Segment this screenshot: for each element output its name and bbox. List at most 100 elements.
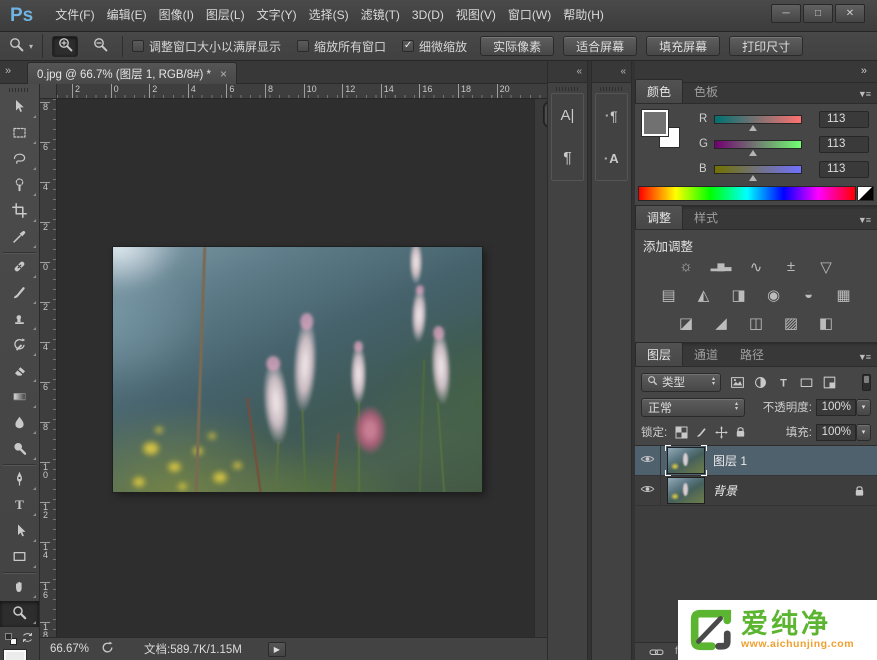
character-styles-panel-button[interactable]: ▪A: [596, 137, 627, 180]
lasso-tool[interactable]: [0, 147, 39, 173]
color-tab-色板[interactable]: 色板: [683, 80, 729, 103]
levels-icon[interactable]: ▂▆▃: [709, 256, 734, 277]
rectangle-shape-tool[interactable]: [0, 545, 39, 571]
photo-filter-icon[interactable]: ◉: [761, 284, 786, 305]
move-tool[interactable]: [0, 95, 39, 121]
spot-healing-tool[interactable]: [0, 255, 39, 281]
eraser-tool[interactable]: [0, 359, 39, 385]
zoom-out-button[interactable]: [87, 36, 113, 57]
layer-row-2[interactable]: 背景: [635, 476, 877, 506]
brightness-contrast-icon[interactable]: ☼: [674, 256, 699, 277]
paragraph-panel-button[interactable]: ¶: [552, 137, 583, 180]
tools-collapse-icon[interactable]: »: [5, 65, 11, 77]
pen-tool[interactable]: [0, 467, 39, 493]
crop-tool[interactable]: [0, 199, 39, 225]
clone-stamp-tool[interactable]: [0, 307, 39, 333]
foreground-color-well[interactable]: [642, 110, 668, 136]
adjust-tab-调整[interactable]: 调整: [635, 205, 683, 229]
channel-slider[interactable]: [714, 165, 802, 174]
channel-slider[interactable]: [714, 115, 802, 124]
vertical-ruler[interactable]: 8642024681012141618: [40, 99, 57, 637]
photo-canvas[interactable]: [113, 247, 482, 492]
collapse-panels-icon[interactable]: »: [861, 65, 867, 77]
menu-item-8[interactable]: 3D(D): [406, 0, 450, 31]
lock-all-button[interactable]: [735, 426, 746, 438]
quick-selection-tool[interactable]: [0, 173, 39, 199]
channel-slider[interactable]: [714, 140, 802, 149]
panel-menu-icon[interactable]: ▼≡: [858, 352, 877, 366]
dodge-tool[interactable]: [0, 437, 39, 463]
color-tab-颜色[interactable]: 颜色: [635, 79, 683, 103]
tool-preset-picker[interactable]: ▾: [8, 34, 43, 58]
visibility-toggle[interactable]: [635, 446, 661, 475]
slider-thumb-icon[interactable]: [749, 146, 757, 156]
layer-row-1[interactable]: 图层 1: [635, 446, 877, 476]
paragraph-styles-panel-button[interactable]: ▪¶: [596, 94, 627, 137]
menu-item-9[interactable]: 视图(V): [450, 0, 502, 31]
invert-icon[interactable]: ◪: [674, 312, 699, 333]
checkbox-icon[interactable]: ✓: [402, 40, 414, 52]
slider-thumb-icon[interactable]: [749, 121, 757, 131]
refresh-icon[interactable]: [101, 641, 114, 657]
channel-value-field[interactable]: 113: [819, 136, 869, 153]
zoom-in-button[interactable]: [52, 36, 78, 57]
lock-image-pixels-button[interactable]: [695, 426, 708, 439]
history-brush-tool[interactable]: [0, 333, 39, 359]
options-button-2[interactable]: 适合屏幕: [563, 36, 637, 56]
fill-dropdown-button[interactable]: ▾: [856, 424, 871, 441]
document-tab[interactable]: 0.jpg @ 66.7% (图层 1, RGB/8#) * ×: [27, 62, 237, 84]
link-layers-icon[interactable]: [649, 647, 664, 657]
black-white-icon[interactable]: ◨: [726, 284, 751, 305]
option-toggle-3[interactable]: ✓细微缩放: [402, 38, 467, 55]
chevron-down-icon[interactable]: ▾: [29, 42, 33, 51]
status-options-button[interactable]: ▶: [268, 642, 286, 657]
vibrance-icon[interactable]: ▽: [814, 256, 839, 277]
layers-tab-通道[interactable]: 通道: [683, 343, 729, 366]
color-lookup-icon[interactable]: ▦: [831, 284, 856, 305]
panel-menu-icon[interactable]: ▼≡: [858, 215, 877, 229]
options-button-4[interactable]: 打印尺寸: [729, 36, 803, 56]
posterize-icon[interactable]: ◢: [709, 312, 734, 333]
expand-panel-icon[interactable]: «: [620, 66, 626, 77]
menu-item-4[interactable]: 图层(L): [200, 0, 251, 31]
rectangular-marquee-tool[interactable]: [0, 121, 39, 147]
checkbox-icon[interactable]: [132, 40, 144, 52]
strip-grip[interactable]: [556, 87, 579, 91]
vertical-scrollbar[interactable]: [534, 99, 547, 637]
selective-color-icon[interactable]: ▨: [779, 312, 804, 333]
brush-tool[interactable]: [0, 281, 39, 307]
color-balance-icon[interactable]: ◭: [691, 284, 716, 305]
type-filter-button[interactable]: T: [773, 373, 793, 392]
blur-tool[interactable]: [0, 411, 39, 437]
layer-thumbnail[interactable]: [668, 478, 704, 503]
menu-item-1[interactable]: 文件(F): [49, 0, 100, 31]
menu-item-10[interactable]: 窗口(W): [502, 0, 557, 31]
fill-value[interactable]: 100%: [816, 424, 856, 441]
color-spectrum-ramp[interactable]: [638, 186, 856, 201]
hand-tool[interactable]: [0, 575, 39, 601]
minimize-button[interactable]: ─: [771, 4, 801, 23]
exposure-icon[interactable]: ±: [779, 256, 804, 277]
pixel-filter-button[interactable]: /: [727, 373, 747, 392]
adjust-tab-样式[interactable]: 样式: [683, 206, 729, 229]
opacity-dropdown-button[interactable]: ▾: [856, 399, 871, 416]
menu-item-7[interactable]: 滤镜(T): [355, 0, 406, 31]
canvas-pasteboard[interactable]: [57, 99, 534, 637]
threshold-icon[interactable]: ◫: [744, 312, 769, 333]
character-panel-button[interactable]: A|: [552, 94, 583, 137]
gradient-tool[interactable]: [0, 385, 39, 411]
horizontal-ruler[interactable]: 202468101214161820: [57, 84, 547, 99]
menu-item-3[interactable]: 图像(I): [153, 0, 200, 31]
visibility-toggle[interactable]: [635, 476, 661, 505]
channel-value-field[interactable]: 113: [819, 111, 869, 128]
channel-value-field[interactable]: 113: [819, 161, 869, 178]
option-toggle-1[interactable]: 调整窗口大小以满屏显示: [132, 38, 281, 55]
channel-mixer-icon[interactable]: ◒: [796, 284, 821, 305]
type-tool[interactable]: T: [0, 493, 39, 519]
hue-saturation-icon[interactable]: ▤: [656, 284, 681, 305]
checkbox-icon[interactable]: [297, 40, 309, 52]
zoom-level-field[interactable]: 66.67%: [50, 643, 89, 655]
menu-item-2[interactable]: 编辑(E): [101, 0, 153, 31]
path-selection-tool[interactable]: [0, 519, 39, 545]
lock-transparent-pixels-button[interactable]: [675, 426, 688, 439]
